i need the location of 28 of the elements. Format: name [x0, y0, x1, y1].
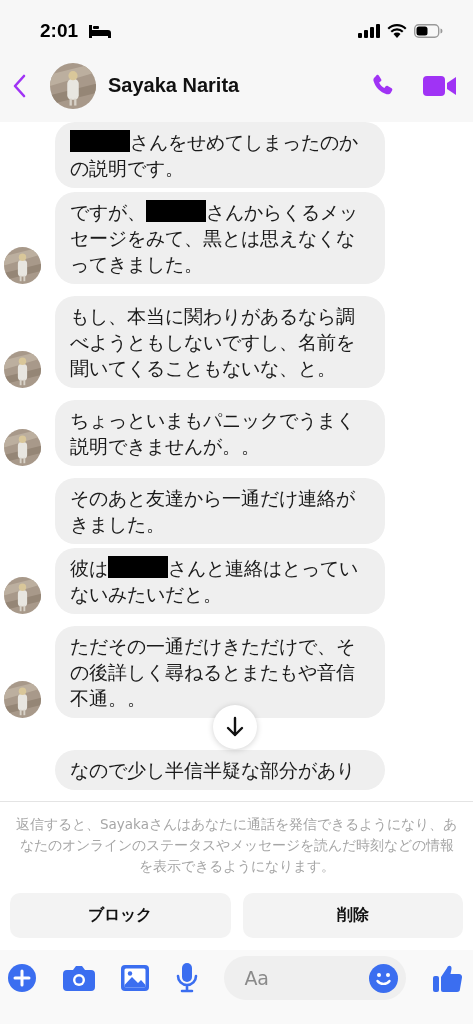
message-text: そのあと友達から一通だけ連絡がきました。 [70, 486, 356, 537]
notice-text: 返信すると、Sayakaさんはあなたに通話を発信できるようになり、あなたのオンラインのステータスやメッセージを読んだ時刻などの情報を表示できるようになります。 [15, 815, 458, 876]
camera-icon[interactable] [62, 965, 95, 991]
signal-icon [358, 23, 380, 38]
message-text: ですが、 さんからくるメッセージをみて、黒とは思えなくなってきました。 [70, 199, 359, 277]
message-text: ただその一通だけきただけで、その後詳しく尋ねるとまたもや音信不通。。 [70, 634, 356, 711]
message-text: さんをせめてしまったのかの説明です。 [70, 129, 359, 181]
image-icon[interactable] [121, 965, 150, 991]
action-button[interactable]: 削除 [242, 893, 463, 938]
message-input[interactable]: Aa [224, 956, 407, 1000]
message-text: ちょっといまもパニックでうまく説明できませんが。。 [70, 408, 356, 459]
video-icon[interactable] [423, 73, 457, 98]
message-text: 彼は さんと連絡はとっていないみたいだと。 [70, 555, 359, 607]
message-text: なので少し半信半疑な部分があり [70, 758, 356, 783]
contact-name: Sayaka Narita [108, 74, 240, 97]
bed-icon [88, 23, 113, 38]
action-button[interactable]: ブロック [10, 893, 231, 938]
battery-icon [414, 23, 443, 38]
wifi-icon [387, 23, 407, 38]
down-arrow-icon [224, 716, 246, 738]
message-text: もし、本当に関わりがあるなら調べようともしないですし、名前を聞いてくることもないな、と。 [70, 304, 356, 381]
microphone-icon[interactable] [175, 963, 198, 993]
status-time: 2:01 [40, 19, 79, 42]
back-icon[interactable] [12, 73, 26, 98]
smiley-icon[interactable] [369, 963, 399, 993]
plus-icon[interactable] [8, 964, 36, 992]
scroll-down-button[interactable] [213, 705, 257, 749]
thumbs-up-icon[interactable] [432, 963, 463, 993]
